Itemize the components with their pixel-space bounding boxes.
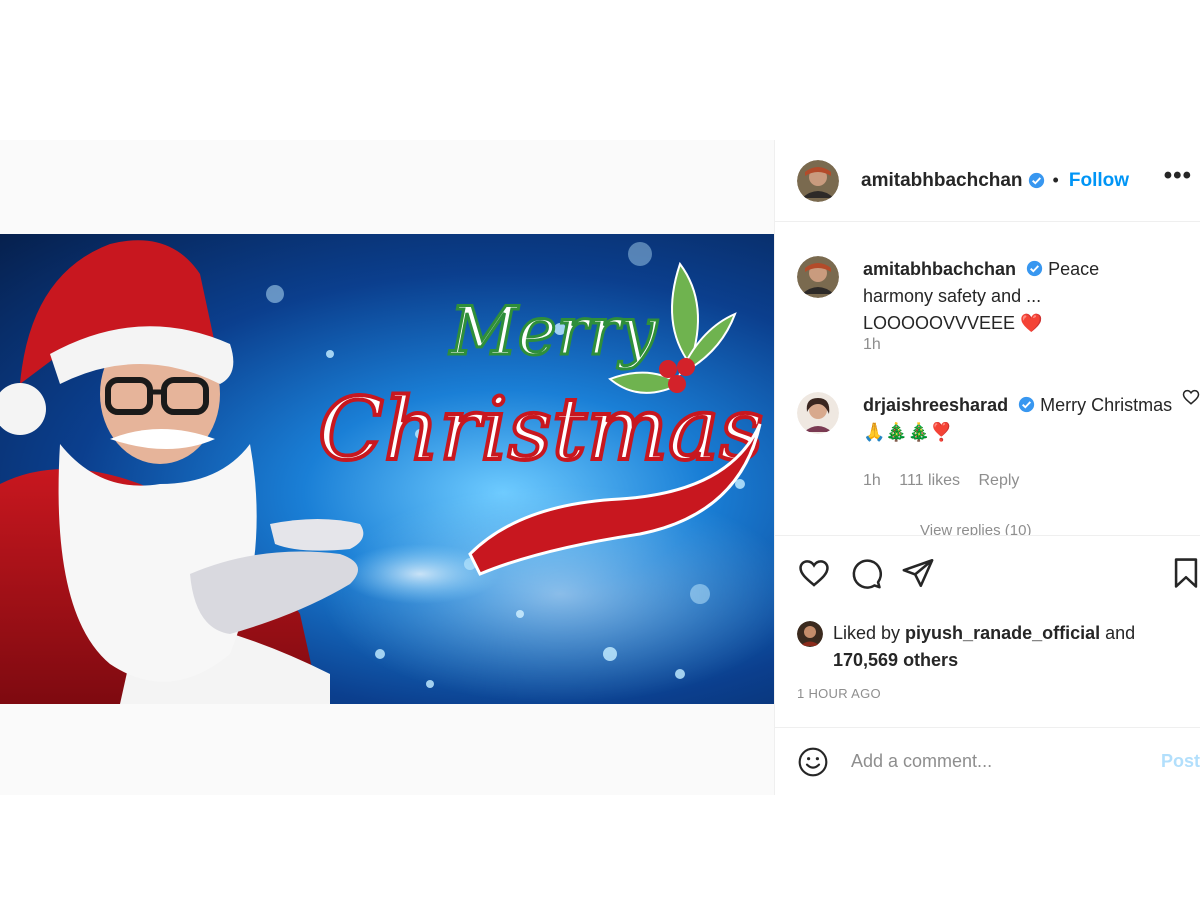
instagram-post: Merry Christmas amitabhbachchan • Follow… <box>0 140 1200 795</box>
add-comment-bar: Post <box>775 727 1200 795</box>
comment-reply[interactable]: Reply <box>978 472 1019 489</box>
verified-badge-icon <box>1026 260 1043 277</box>
image-text-christmas: Christmas <box>318 380 763 480</box>
comment-input[interactable] <box>851 751 1131 772</box>
likes-suffix: and <box>1100 623 1136 643</box>
liker-username[interactable]: piyush_ranade_official <box>905 623 1100 643</box>
post-image[interactable]: Merry Christmas <box>0 234 774 704</box>
verified-badge-icon <box>1028 172 1044 189</box>
heart-icon[interactable] <box>797 556 831 590</box>
view-replies-link[interactable]: View replies (10) <box>920 522 1031 535</box>
follow-button[interactable]: Follow <box>1069 170 1129 192</box>
comment-item: drjaishreesharad Merry Christmas 🙏🎄🎄❣️ <box>797 392 1200 446</box>
post-button[interactable]: Post <box>1161 751 1200 772</box>
comment-like-icon[interactable] <box>1182 388 1200 406</box>
liker-avatar[interactable] <box>797 621 823 647</box>
action-bar <box>797 556 1200 596</box>
comment-meta: 1h 111 likes Reply <box>863 472 1033 490</box>
media-pane: Merry Christmas <box>0 140 774 795</box>
separator-dot: • <box>1052 170 1059 190</box>
caption-time[interactable]: 1h <box>863 336 881 353</box>
likes-summary: Liked by piyush_ranade_official and 170,… <box>797 620 1135 674</box>
author-avatar[interactable] <box>797 159 839 202</box>
caption-comment: amitabhbachchan Peace harmony safety and… <box>797 256 1200 337</box>
verified-badge-icon <box>1018 396 1035 413</box>
bookmark-icon[interactable] <box>1169 556 1200 590</box>
post-header: amitabhbachchan • Follow ••• <box>775 140 1200 222</box>
caption-avatar[interactable] <box>797 256 839 298</box>
comment-time[interactable]: 1h <box>863 472 881 489</box>
caption-username[interactable]: amitabhbachchan <box>863 259 1016 279</box>
image-text-merry: Merry <box>449 293 658 370</box>
christmas-scene-illustration: Merry Christmas <box>0 240 774 704</box>
author-username[interactable]: amitabhbachchan <box>861 170 1023 192</box>
comments-list: amitabhbachchan Peace harmony safety and… <box>775 222 1200 536</box>
smile-icon[interactable] <box>797 746 829 778</box>
likes-prefix: Liked by <box>833 623 906 643</box>
share-icon[interactable] <box>901 556 935 590</box>
comment-likes[interactable]: 111 likes <box>899 472 960 489</box>
caption-text: amitabhbachchan Peace harmony safety and… <box>863 256 1173 337</box>
post-sidebar: amitabhbachchan • Follow ••• amitabhbach… <box>774 140 1200 795</box>
likes-others[interactable]: 170,569 others <box>833 650 958 670</box>
commenter-avatar[interactable] <box>797 392 839 434</box>
likes-text: Liked by piyush_ranade_official and 170,… <box>833 620 1135 674</box>
commenter-username[interactable]: drjaishreesharad <box>863 395 1008 415</box>
more-icon[interactable]: ••• <box>1164 162 1192 190</box>
post-time-ago[interactable]: 1 HOUR AGO <box>797 686 881 701</box>
comment-text: drjaishreesharad Merry Christmas 🙏🎄🎄❣️ <box>863 392 1173 446</box>
comment-icon[interactable] <box>849 556 883 590</box>
caption-meta: 1h <box>863 336 895 354</box>
